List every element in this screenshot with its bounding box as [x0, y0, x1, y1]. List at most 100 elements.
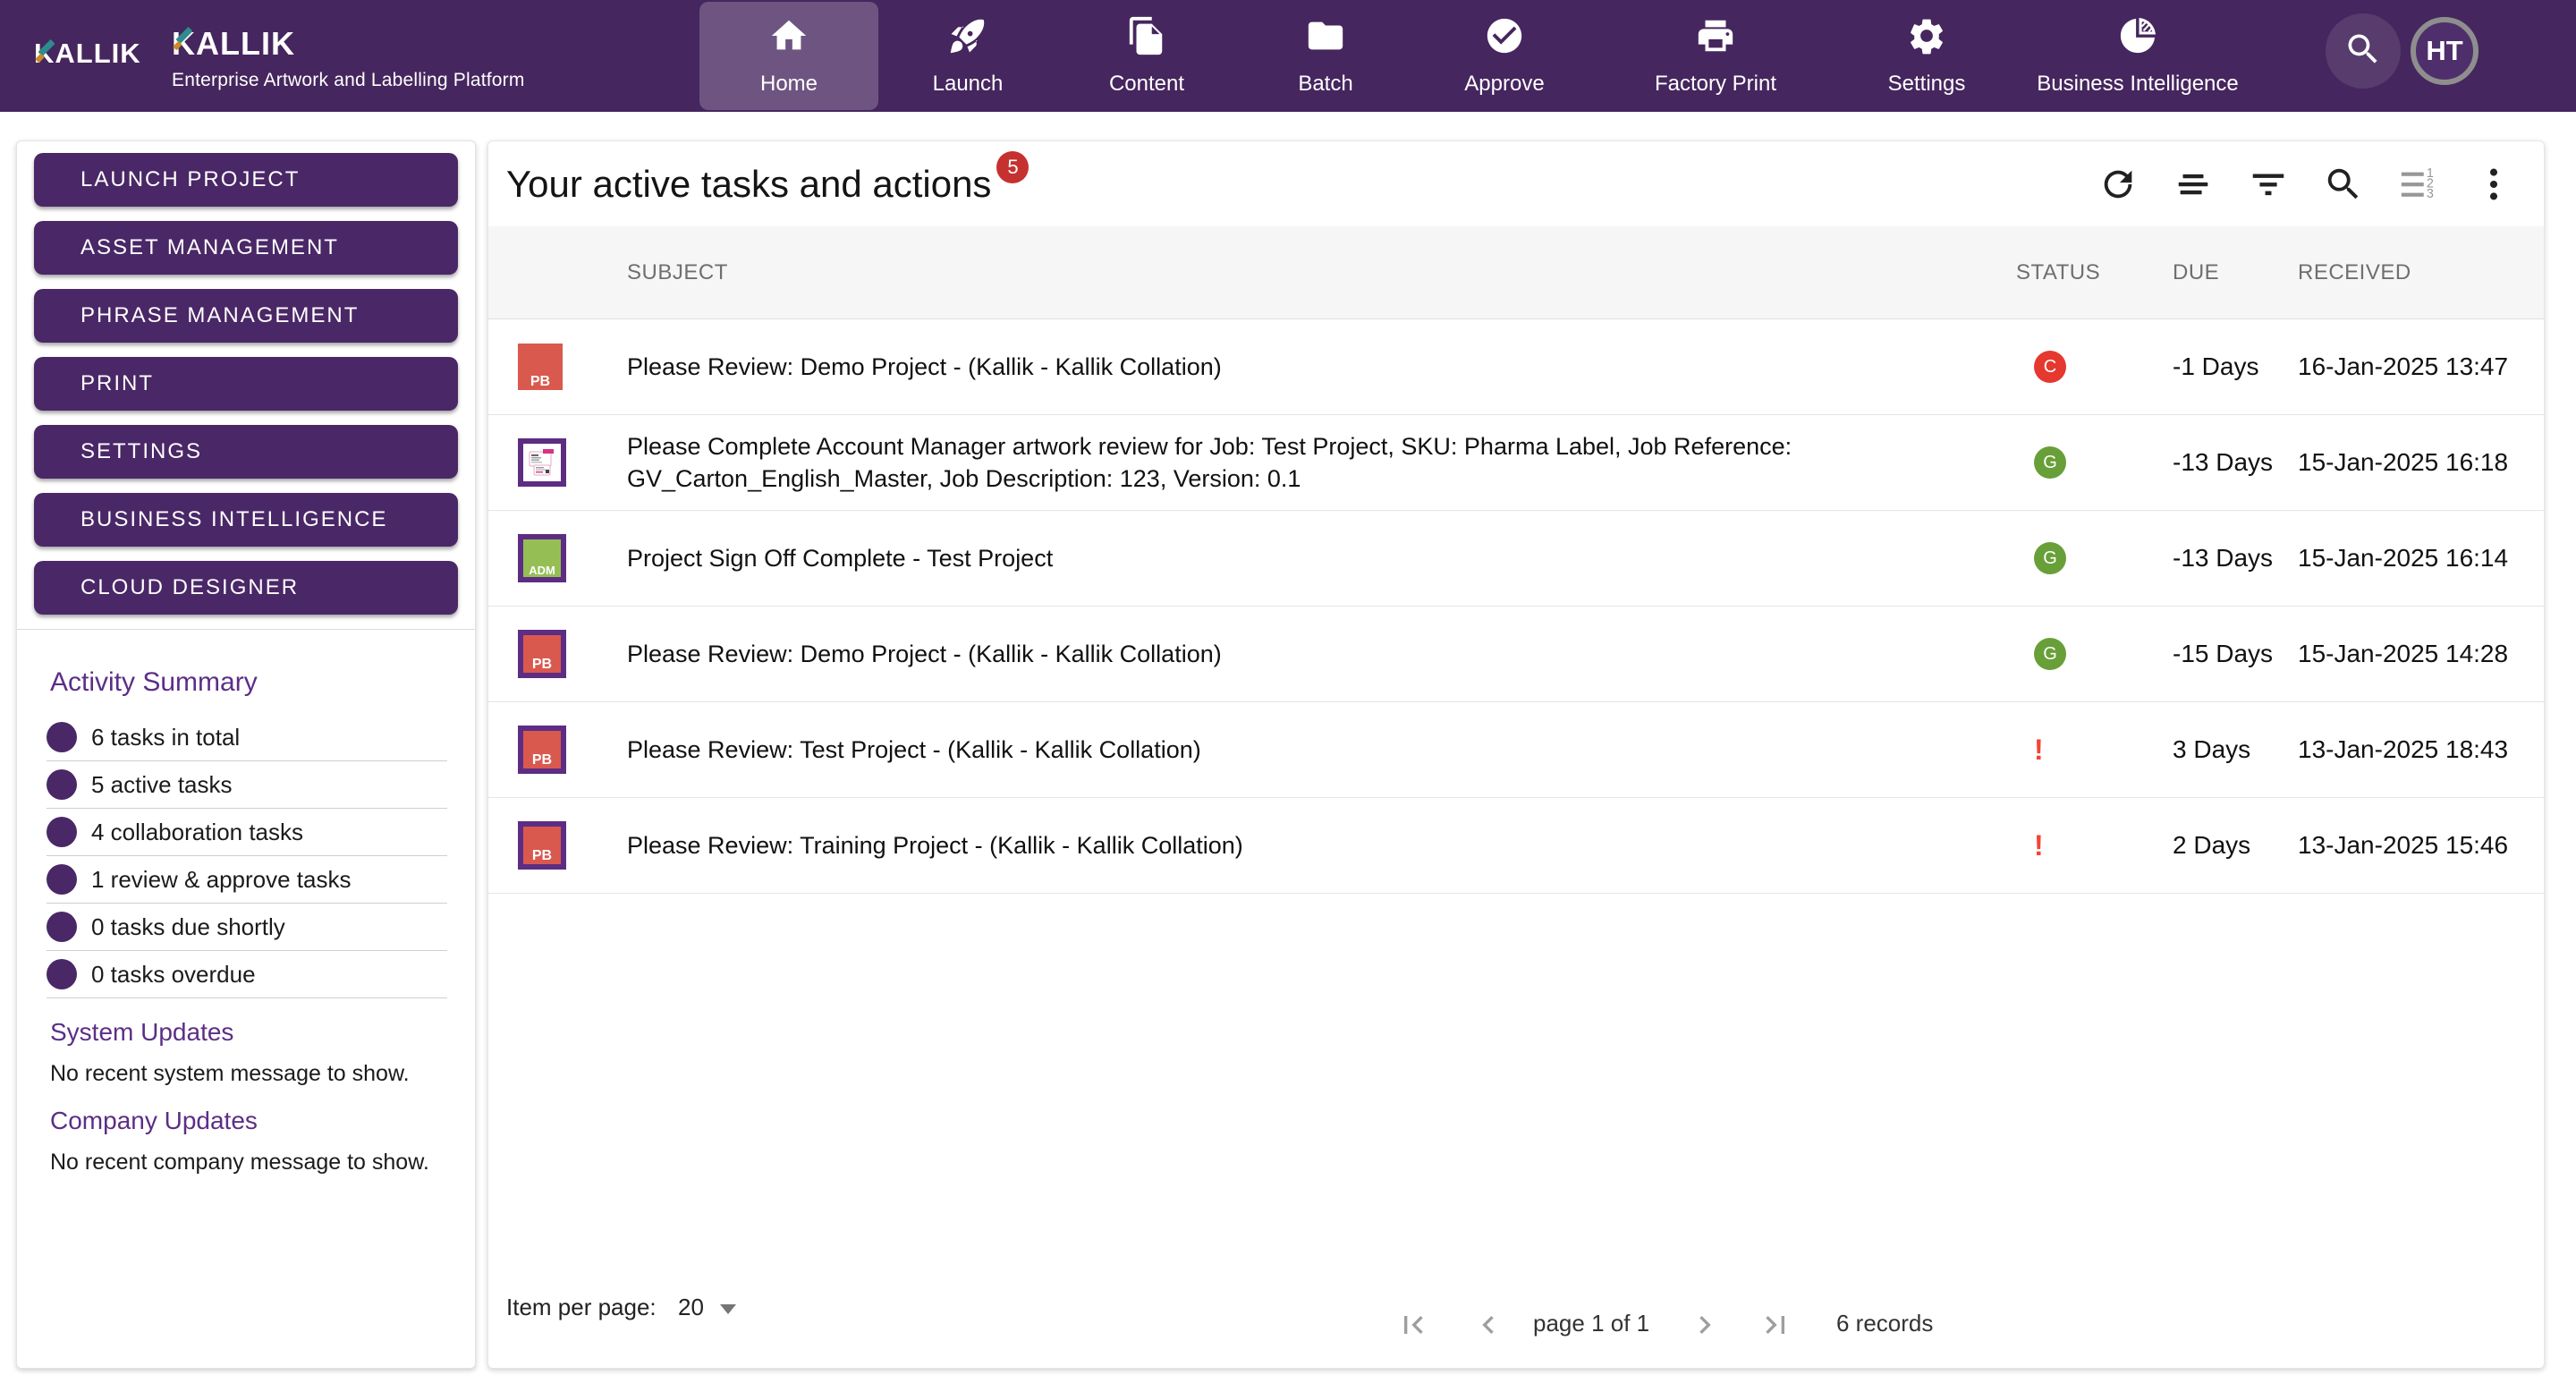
task-subject: Please Review: Training Project - (Kalli… [627, 829, 1998, 862]
task-row[interactable]: PBPlease Review: Test Project - (Kallik … [488, 702, 2544, 798]
sidebar-button-business-intelligence[interactable]: BUSINESS INTELLIGENCE [34, 493, 458, 547]
nav-item-settings[interactable]: Settings [1837, 2, 2016, 110]
sidebar: LAUNCH PROJECT ASSET MANAGEMENT PHRASE MAN… [16, 140, 476, 1369]
kebab-menu-icon[interactable] [2472, 163, 2515, 206]
task-received: 16-Jan-2025 13:47 [2280, 352, 2544, 381]
nav-label: Settings [1888, 72, 1966, 97]
sort-lines-icon[interactable] [2172, 163, 2215, 206]
system-updates-message: No recent system message to show. [50, 1061, 475, 1087]
nav-item-factory-print[interactable]: Factory Print [1594, 2, 1837, 110]
page-title: Your active tasks and actions [506, 163, 991, 206]
task-status-cell: G [1998, 638, 2155, 670]
activity-summary-item[interactable]: 1 review & approve tasks [47, 856, 447, 904]
check-circle-icon [1484, 15, 1525, 61]
bullet-icon [47, 959, 77, 989]
task-row[interactable]: PBPlease Review: Training Project - (Kal… [488, 798, 2544, 894]
table-search-icon[interactable] [2322, 163, 2365, 206]
sidebar-button-asset-management[interactable]: ASSET MANAGEMENT [34, 221, 458, 275]
status-circle-g: G [2034, 638, 2066, 670]
nav-label: Business Intelligence [2037, 72, 2238, 97]
activity-summary-item[interactable]: 4 collaboration tasks [47, 809, 447, 856]
task-subject: Project Sign Off Complete - Test Project [627, 542, 1998, 574]
task-status-cell: ! [1998, 734, 2155, 767]
content-icon [1126, 15, 1167, 61]
nav-label: Launch [933, 72, 1004, 97]
task-row[interactable]: PBPlease Review: Demo Project - (Kallik … [488, 319, 2544, 415]
bullet-icon [47, 769, 77, 800]
last-page-button[interactable] [1758, 1307, 1793, 1343]
numbered-list-icon[interactable]: 123 [2397, 163, 2440, 206]
nav-item-home[interactable]: Home [699, 2, 878, 110]
task-due: 3 Days [2155, 735, 2280, 764]
activity-summary-label: 6 tasks in total [91, 724, 240, 751]
task-due: -15 Days [2155, 640, 2280, 668]
sidebar-button-settings[interactable]: SETTINGS [34, 425, 458, 479]
task-status-cell: ! [1998, 829, 2155, 862]
nav-label: Approve [1464, 72, 1544, 97]
nav-item-content[interactable]: Content [1057, 2, 1236, 110]
column-header-received[interactable]: RECEIVED [2280, 260, 2544, 285]
table-toolbar: 123 [2097, 163, 2515, 206]
task-due: -13 Days [2155, 448, 2280, 477]
items-per-page-select[interactable]: 20 [678, 1294, 736, 1321]
global-search-button[interactable] [2326, 13, 2401, 89]
column-header-due[interactable]: DUE [2155, 260, 2280, 285]
status-circle-c: C [2034, 351, 2066, 383]
nav-item-launch[interactable]: Launch [878, 2, 1057, 110]
nav-item-batch[interactable]: Batch [1236, 2, 1415, 110]
chevron-down-icon [720, 1304, 736, 1314]
task-row[interactable]: Please Complete Account Manager artwork … [488, 415, 2544, 511]
refresh-icon[interactable] [2097, 163, 2140, 206]
task-due: -1 Days [2155, 352, 2280, 381]
activity-summary-label: 5 active tasks [91, 771, 233, 799]
top-nav: Home Launch Content Batch Approve Factory Pri… [699, 0, 2259, 112]
nav-label: Factory Print [1655, 72, 1776, 97]
tasks-panel-header: Your active tasks and actions 5 123 [488, 141, 2544, 226]
bullet-icon [47, 912, 77, 942]
column-header-subject[interactable]: SUBJECT [627, 260, 1998, 285]
sidebar-button-phrase-management[interactable]: PHRASE MANAGEMENT [34, 289, 458, 343]
task-status-cell: G [1998, 446, 2155, 479]
printer-icon [1695, 15, 1736, 61]
avatar[interactable]: HT [2411, 17, 2479, 85]
nav-item-business-intelligence[interactable]: Business Intelligence [2016, 2, 2259, 110]
status-circle-g: G [2034, 446, 2066, 479]
task-row[interactable]: PBPlease Review: Demo Project - (Kallik … [488, 607, 2544, 702]
adm-tile-icon: ADM [518, 534, 566, 582]
first-page-button[interactable] [1395, 1307, 1431, 1343]
previous-page-button[interactable] [1470, 1307, 1506, 1343]
table-body: PBPlease Review: Demo Project - (Kallik … [488, 319, 2544, 894]
table-header-row: SUBJECT STATUS DUE RECEIVED [488, 226, 2544, 319]
logo-tagline: Enterprise Artwork and Labelling Platfor… [172, 70, 525, 91]
kallik-logo-main: KALLIK Enterprise Artwork and Labelling … [172, 25, 525, 91]
kallik-logo-small: KALLIK [34, 38, 141, 70]
sidebar-button-print[interactable]: PRINT [34, 357, 458, 411]
nav-label: Content [1109, 72, 1184, 97]
activity-summary-item[interactable]: 0 tasks due shortly [47, 904, 447, 951]
activity-summary-item[interactable]: 0 tasks overdue [47, 951, 447, 998]
activity-summary-label: 0 tasks overdue [91, 961, 256, 989]
search-icon [2343, 30, 2383, 73]
sidebar-button-cloud-designer[interactable]: CLOUD DESIGNER [34, 561, 458, 615]
task-subject: Please Review: Demo Project - (Kallik - … [627, 638, 1998, 670]
status-alert-icon: ! [2034, 734, 2044, 766]
task-subject: Please Review: Demo Project - (Kallik - … [627, 351, 1998, 383]
nav-label: Batch [1298, 72, 1352, 97]
top-bar: KALLIK KALLIK Enterprise Artwork and Lab… [0, 0, 2576, 112]
activity-summary-item[interactable]: 5 active tasks [47, 761, 447, 809]
task-received: 15-Jan-2025 16:14 [2280, 544, 2544, 573]
sidebar-button-launch-project[interactable]: LAUNCH PROJECT [34, 153, 458, 207]
nav-item-approve[interactable]: Approve [1415, 2, 1594, 110]
activity-summary-item[interactable]: 6 tasks in total [47, 714, 447, 761]
bullet-icon [47, 864, 77, 895]
activity-summary-label: 4 collaboration tasks [91, 819, 303, 846]
task-row[interactable]: ADM Project Sign Off Complete - Test Proj… [488, 511, 2544, 607]
task-received: 15-Jan-2025 16:18 [2280, 448, 2544, 477]
task-received: 13-Jan-2025 15:46 [2280, 831, 2544, 860]
filter-icon[interactable] [2247, 163, 2290, 206]
activity-summary-list: 6 tasks in total 5 active tasks 4 collabor… [17, 714, 475, 998]
status-circle-g: G [2034, 542, 2066, 574]
column-header-status[interactable]: STATUS [1998, 260, 2155, 285]
next-page-button[interactable] [1687, 1307, 1723, 1343]
activity-summary-label: 0 tasks due shortly [91, 913, 285, 941]
